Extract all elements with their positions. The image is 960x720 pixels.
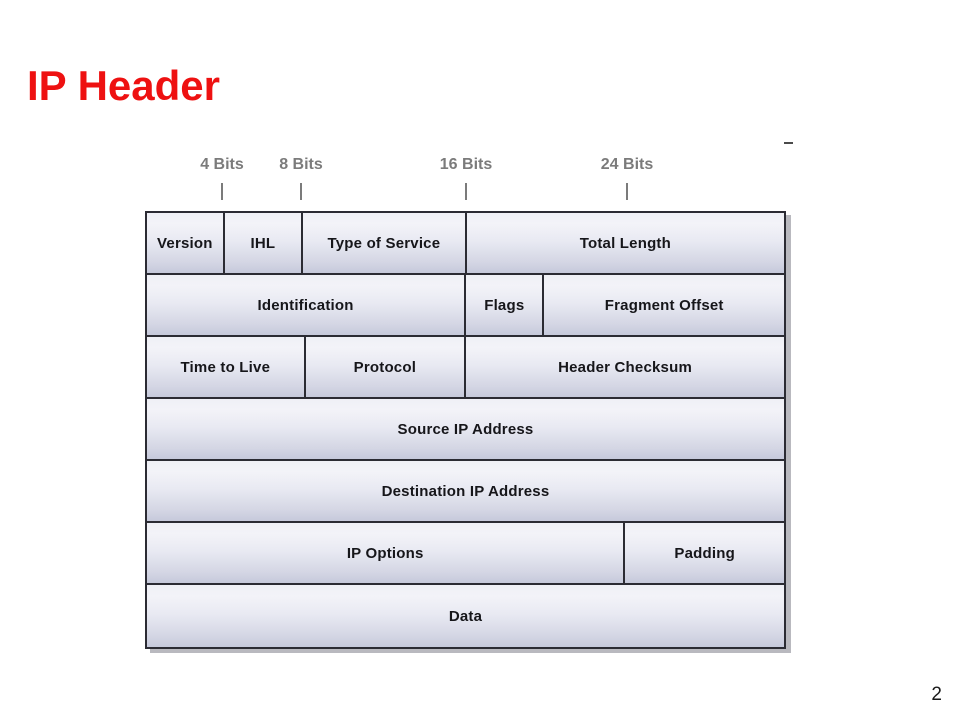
packet-field: Protocol: [305, 337, 467, 397]
bit-mark-0: 4 Bits: [177, 155, 267, 200]
bit-ruler: 4 Bits 8 Bits 16 Bits 24 Bits: [145, 155, 786, 207]
packet-field: IP Options: [147, 523, 626, 583]
bit-mark-label: 4 Bits: [200, 156, 244, 173]
packet-field: Version: [147, 213, 225, 273]
bit-mark-label: 24 Bits: [600, 156, 654, 173]
packet-field: IHL: [224, 213, 304, 273]
packet-field-label: Time to Live: [180, 358, 271, 376]
packet-field-label: Identification: [257, 296, 354, 314]
packet-field: Flags: [466, 275, 545, 335]
row-payload: Data: [147, 585, 784, 647]
packet-field-label: IHL: [250, 234, 276, 252]
packet-field: Header Checksum: [466, 337, 784, 397]
row-word-0: Version IHL Type of Service Total Length: [147, 213, 784, 275]
packet-field-label: Fragment Offset: [604, 296, 724, 314]
packet-field: Destination IP Address: [147, 461, 784, 521]
bit-mark-label: 8 Bits: [279, 156, 323, 173]
stray-dash-mark: [784, 142, 793, 144]
packet-field-label: Padding: [674, 544, 735, 562]
packet-field-label: Header Checksum: [558, 358, 692, 376]
bit-mark-3: 24 Bits: [582, 155, 672, 200]
bit-mark-label: 16 Bits: [439, 156, 493, 173]
bit-mark-tick: [626, 183, 628, 200]
packet-field: Data: [147, 585, 784, 647]
row-word-5: IP Options Padding: [147, 523, 784, 585]
bit-mark-tick: [465, 183, 467, 200]
row-word-4: Destination IP Address: [147, 461, 784, 523]
packet-field-label: Data: [448, 607, 483, 625]
bit-mark-2: 16 Bits: [421, 155, 511, 200]
packet-field: Source IP Address: [147, 399, 784, 459]
ip-header-packet-diagram: Version IHL Type of Service Total Length Ide…: [145, 211, 786, 649]
bit-mark-tick: [221, 183, 223, 200]
packet-field-label: Flags: [484, 296, 525, 314]
bit-mark-1: 8 Bits: [256, 155, 346, 200]
packet-field-label: Source IP Address: [397, 420, 534, 438]
row-word-3: Source IP Address: [147, 399, 784, 461]
packet-field-label: IP Options: [346, 544, 424, 562]
packet-field-label: Version: [157, 234, 213, 252]
bit-mark-tick: [300, 183, 302, 200]
packet-field-label: Protocol: [353, 358, 417, 376]
packet-field-label: Type of Service: [327, 234, 441, 252]
packet-field: Time to Live: [147, 337, 306, 397]
row-word-1: Identification Flags Fragment Offset: [147, 275, 784, 337]
packet-field: Identification: [147, 275, 467, 335]
packet-field: Total Length: [466, 213, 784, 273]
page-title: IP Header: [27, 62, 220, 109]
packet-field-label: Destination IP Address: [381, 482, 550, 500]
slide-page-number: 2: [931, 684, 942, 705]
packet-field: Padding: [625, 523, 784, 583]
packet-field: Type of Service: [303, 213, 467, 273]
packet-field: Fragment Offset: [544, 275, 784, 335]
packet-field-label: Total Length: [579, 234, 671, 252]
row-word-2: Time to Live Protocol Header Checksum: [147, 337, 784, 399]
